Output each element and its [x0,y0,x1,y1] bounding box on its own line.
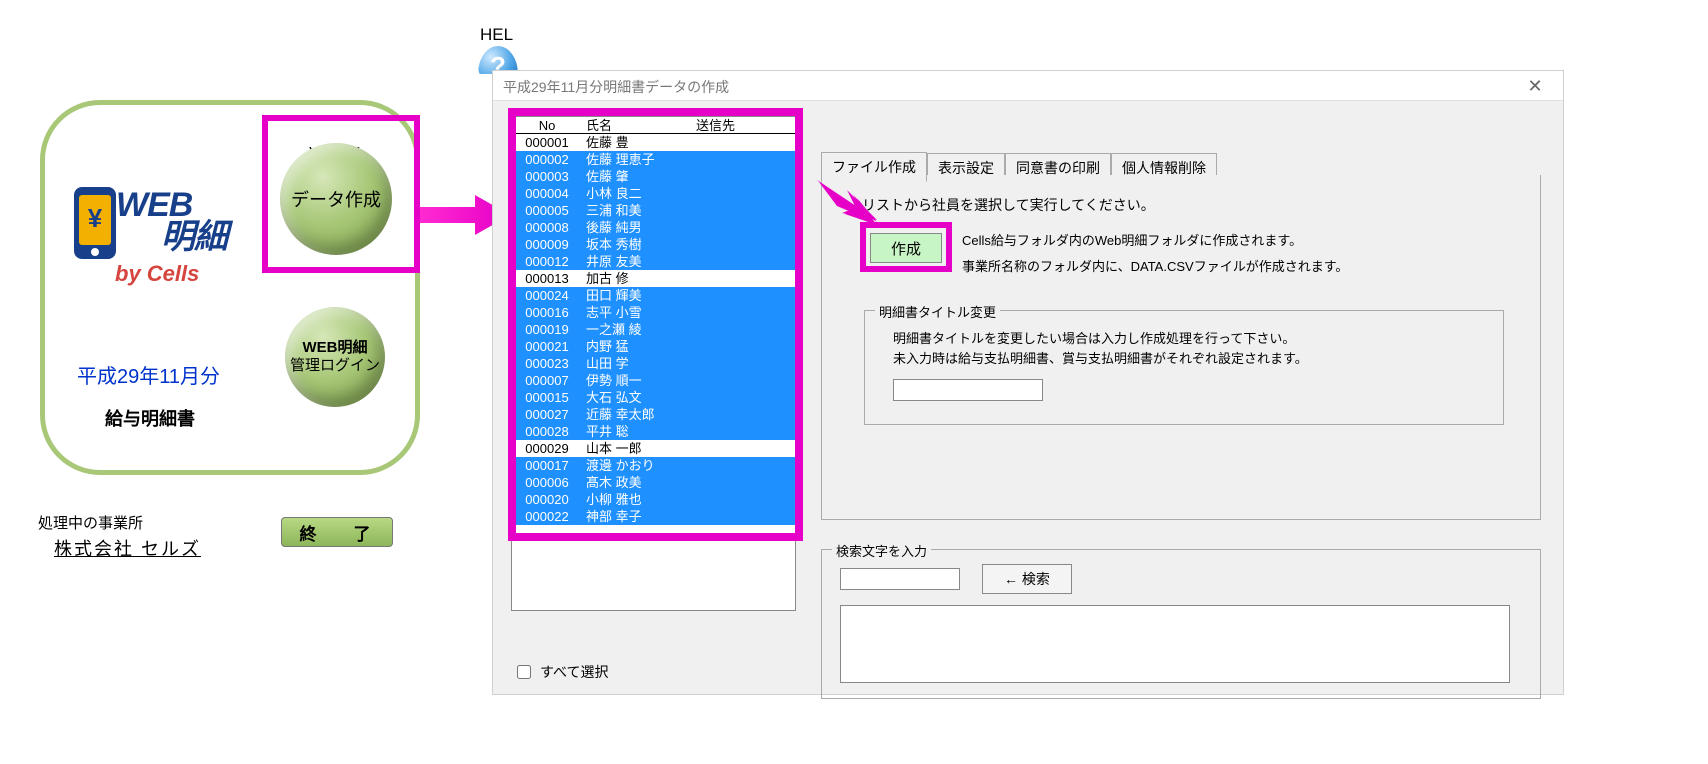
employee-row[interactable]: 000024田口 輝美 [512,287,795,304]
employee-row[interactable]: 000006髙木 政美 [512,474,795,491]
employee-row[interactable]: 000004小林 良二 [512,185,795,202]
search-button[interactable]: ← 検索 [982,564,1072,594]
employee-row[interactable]: 000001佐藤 豊 [512,134,795,151]
phone-yen-icon: ¥ [70,185,120,261]
search-legend: 検索文字を入力 [832,541,931,560]
employee-row[interactable]: 000019一之瀬 綾 [512,321,795,338]
employee-row[interactable]: 000020小柳 雅也 [512,491,795,508]
employee-row[interactable]: 000015大石 弘文 [512,389,795,406]
search-fieldset: 検索文字を入力 ← 検索 [821,549,1541,699]
employee-row[interactable]: 000022神部 幸子 [512,508,795,525]
hel-label: HEL [480,25,513,45]
processing-office-label: 処理中の事業所 [38,512,143,533]
instruction-text: リストから社員を選択して実行してください。 [862,195,1155,215]
employee-row[interactable]: 000012井原 友美 [512,253,795,270]
tab-file-create[interactable]: ファイル作成 [821,152,927,182]
tab-body: リストから社員を選択して実行してください。 作成 Cells給与フォルダ内のWe… [821,175,1541,520]
employee-row[interactable]: 000005三浦 和美 [512,202,795,219]
dialog-titlebar: 平成29年11月分明細書データの作成 ✕ [493,71,1563,101]
create-data-button[interactable]: データ作成 [280,143,392,255]
title-change-legend: 明細書タイトル変更 [875,302,1000,321]
employee-row[interactable]: 000007伊勢 順一 [512,372,795,389]
main-panel: Ver1. 7 ¥ WEB 明細 by Cells 平成29年11月分 給与明細… [40,100,420,475]
employee-list[interactable]: No 氏名 送信先 000001佐藤 豊000002佐藤 理恵子000003佐藤… [511,116,796,611]
create-data-dialog: 平成29年11月分明細書データの作成 ✕ No 氏名 送信先 000001佐藤 … [492,70,1564,695]
employee-row[interactable]: 000016志平 小雪 [512,304,795,321]
search-result-area[interactable] [840,605,1510,683]
select-all-checkbox[interactable]: すべて選択 [513,662,608,682]
employee-row[interactable]: 000028平井 聡 [512,423,795,440]
svg-text:¥: ¥ [88,203,103,233]
employee-row[interactable]: 000029山本 一郎 [512,440,795,457]
app-logo: ¥ WEB 明細 by Cells [70,185,240,287]
web-login-button[interactable]: WEB明細管理ログイン [285,307,385,407]
employee-row[interactable]: 000003佐藤 肇 [512,168,795,185]
employee-row[interactable]: 000021内野 猛 [512,338,795,355]
employee-row[interactable]: 000002佐藤 理恵子 [512,151,795,168]
employee-row[interactable]: 000023山田 学 [512,355,795,372]
processing-office-name: 株式会社 セルズ [54,535,201,561]
make-description: Cells給与フォルダ内のWeb明細フォルダに作成されます。 事業所名称のフォル… [962,231,1502,276]
search-input[interactable] [840,568,960,590]
period-label: 平成29年11月分 [77,360,220,389]
employee-row[interactable]: 000013加古 修 [512,270,795,287]
doc-type-label: 給与明細書 [105,405,195,431]
dialog-title: 平成29年11月分明細書データの作成 [503,77,729,97]
employee-row[interactable]: 000017渡邊 かおり [512,457,795,474]
title-change-fieldset: 明細書タイトル変更 明細書タイトルを変更したい場合は入力し作成処理を行って下さい… [864,310,1504,425]
employee-list-header: No 氏名 送信先 [512,117,795,134]
employee-row[interactable]: 000008後藤 純男 [512,219,795,236]
employee-row[interactable]: 000027近藤 幸太郎 [512,406,795,423]
title-input[interactable] [893,379,1043,401]
title-change-hint: 明細書タイトルを変更したい場合は入力し作成処理を行って下さい。 未入力時は給与支… [893,329,1308,368]
close-icon[interactable]: ✕ [1515,76,1555,97]
make-button[interactable]: 作成 [870,233,942,263]
exit-button[interactable]: 終 了 [281,517,393,547]
arrow-to-make-icon [817,180,877,225]
select-all-input[interactable] [517,665,531,679]
employee-row[interactable]: 000009坂本 秀樹 [512,236,795,253]
